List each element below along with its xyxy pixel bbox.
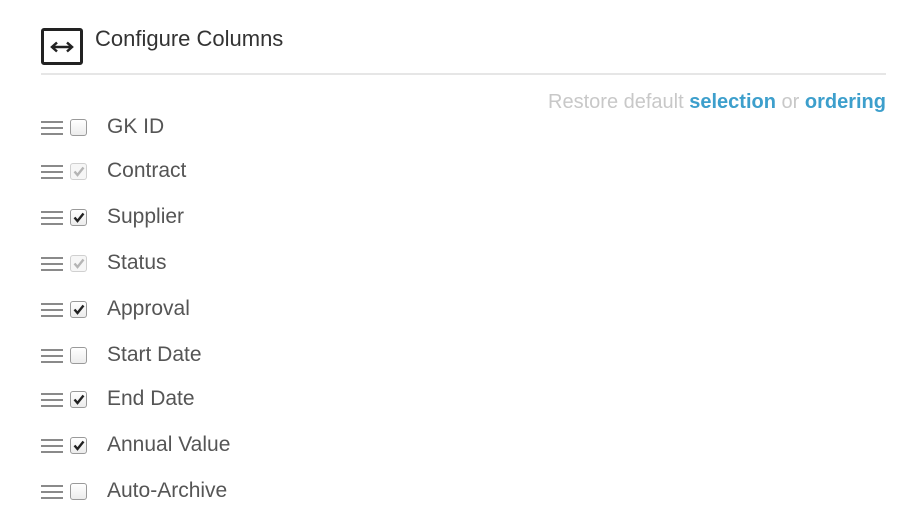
column-label: Annual Value [107, 433, 231, 456]
column-row: Approval [41, 294, 341, 324]
drag-handle-icon[interactable] [41, 165, 63, 179]
column-row: Annual Value [41, 430, 341, 460]
column-checkbox[interactable] [70, 119, 87, 136]
column-checkbox[interactable] [70, 209, 87, 226]
column-label: Contract [107, 159, 187, 182]
drag-handle-icon[interactable] [41, 257, 63, 271]
drag-handle-icon[interactable] [41, 439, 63, 453]
column-checkbox[interactable] [70, 391, 87, 408]
column-label: GK ID [107, 115, 165, 138]
drag-handle-icon[interactable] [41, 349, 63, 363]
column-checkbox [70, 255, 87, 272]
column-row: Auto-Archive [41, 476, 341, 506]
column-checkbox[interactable] [70, 347, 87, 364]
column-checkbox [70, 163, 87, 180]
drag-handle-icon[interactable] [41, 121, 63, 135]
column-label: Supplier [107, 205, 185, 228]
column-row: GK ID [41, 112, 341, 142]
column-label: Approval [107, 297, 190, 320]
restore-default-label: Restore default [548, 91, 684, 113]
column-label: End Date [107, 387, 195, 410]
column-row: Supplier [41, 202, 341, 232]
restore-default-controls: Restore default selection or ordering [548, 89, 886, 115]
drag-handle-icon[interactable] [41, 303, 63, 317]
column-label: Auto-Archive [107, 479, 228, 502]
restore-selection-link[interactable]: selection [689, 91, 776, 113]
column-row: End Date [41, 384, 341, 414]
column-row: Contract [41, 156, 341, 186]
column-checkbox[interactable] [70, 483, 87, 500]
column-checkbox[interactable] [70, 301, 87, 318]
column-row: Status [41, 248, 341, 278]
column-label: Status [107, 251, 167, 274]
page-title: Configure Columns [95, 26, 284, 51]
restore-ordering-link[interactable]: ordering [805, 91, 886, 113]
restore-or-text: or [781, 91, 800, 113]
column-label: Start Date [107, 343, 202, 366]
drag-handle-icon[interactable] [41, 485, 63, 499]
horizontal-resize-icon [41, 28, 83, 65]
drag-handle-icon[interactable] [41, 393, 63, 407]
configure-columns-header: Configure Columns [41, 22, 886, 75]
column-row: Start Date [41, 340, 341, 370]
column-checkbox[interactable] [70, 437, 87, 454]
drag-handle-icon[interactable] [41, 211, 63, 225]
